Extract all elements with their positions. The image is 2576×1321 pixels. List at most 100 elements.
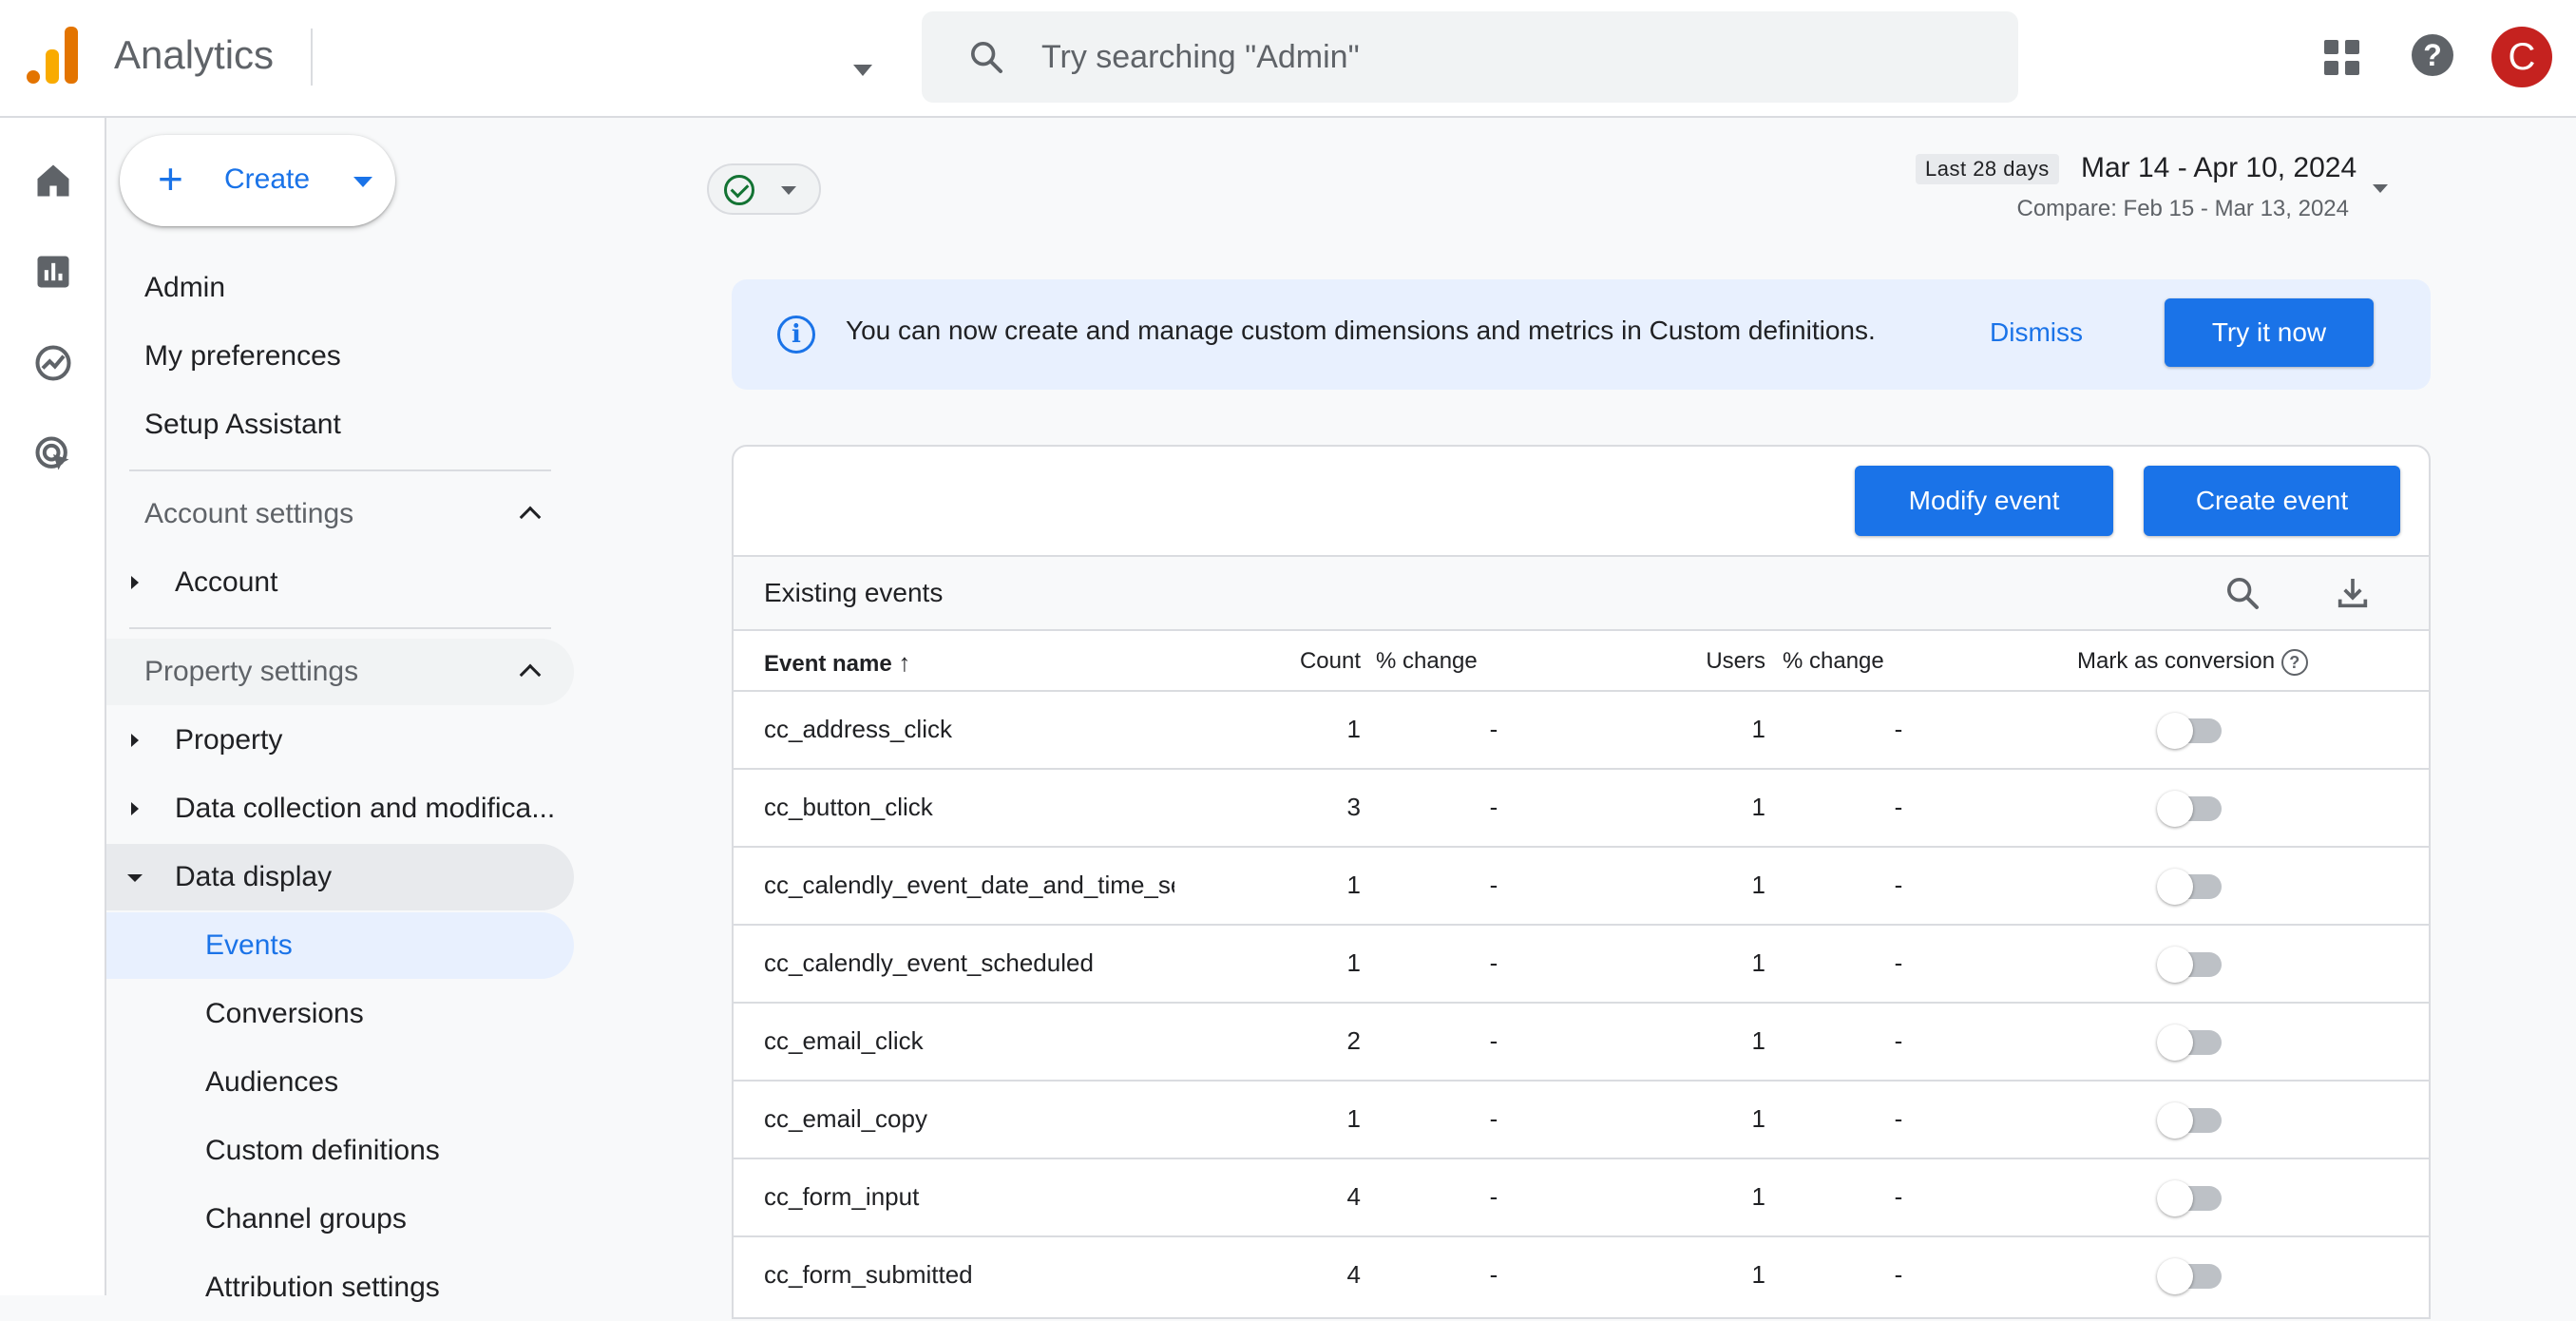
count-cell: 1	[1346, 948, 1361, 977]
home-icon[interactable]	[32, 160, 74, 201]
table-row[interactable]: cc_calendly_event_scheduled 1 - 1 -	[734, 924, 2429, 1002]
plus-icon: +	[158, 154, 183, 203]
search-icon[interactable]	[2223, 574, 2261, 612]
mark-as-conversion-toggle[interactable]	[2157, 947, 2222, 983]
chevron-up-icon	[519, 663, 542, 686]
reports-icon[interactable]	[32, 251, 74, 293]
count-change-cell: -	[1489, 1182, 1498, 1211]
search-bar[interactable]	[922, 11, 2018, 103]
help-icon[interactable]: ?	[2412, 34, 2453, 76]
users-change-cell: -	[1894, 1104, 1903, 1133]
data-status-chip[interactable]	[707, 163, 821, 215]
users-cell: 1	[1751, 948, 1765, 977]
toggle-knob	[2157, 947, 2193, 983]
table-row[interactable]: cc_address_click 1 - 1 -	[734, 690, 2429, 768]
modify-event-button[interactable]: Modify event	[1855, 466, 2113, 536]
nav-item-data-collection[interactable]: Data collection and modifica...	[106, 775, 574, 842]
users-change-cell: -	[1894, 793, 1903, 821]
toggle-knob	[2157, 791, 2193, 827]
column-header-users[interactable]: Users	[1684, 648, 1765, 675]
check-circle-icon	[724, 175, 754, 205]
table-row[interactable]: cc_button_click 3 - 1 -	[734, 768, 2429, 846]
mark-as-conversion-toggle[interactable]	[2157, 869, 2222, 905]
events-card: Modify event Create event Existing event…	[732, 445, 2431, 1319]
users-change-cell: -	[1894, 1026, 1903, 1055]
create-event-button[interactable]: Create event	[2144, 466, 2400, 536]
property-settings-header[interactable]: Property settings	[106, 639, 574, 705]
divider	[129, 469, 551, 471]
header-divider	[311, 29, 313, 86]
event-name-cell[interactable]: cc_email_copy	[764, 1104, 1174, 1134]
event-name-cell[interactable]: cc_button_click	[764, 793, 1174, 822]
table-row[interactable]: cc_email_copy 1 - 1 -	[734, 1080, 2429, 1158]
nav-item-conversions[interactable]: Conversions	[106, 981, 574, 1047]
count-cell: 2	[1346, 1026, 1361, 1055]
column-header-users-change[interactable]: % change	[1783, 648, 1884, 675]
nav-item-property[interactable]: Property	[106, 707, 574, 774]
info-icon: i	[777, 316, 815, 354]
nav-item-setup-assistant[interactable]: Setup Assistant	[106, 392, 574, 458]
users-change-cell: -	[1894, 948, 1903, 977]
create-button[interactable]: + Create	[120, 135, 395, 226]
toggle-knob	[2157, 869, 2193, 905]
property-picker-caret-icon[interactable]	[853, 65, 872, 76]
count-cell: 4	[1346, 1260, 1361, 1289]
nav-item-attribution-settings[interactable]: Attribution settings	[106, 1254, 574, 1321]
nav-item-account[interactable]: Account	[106, 549, 574, 616]
advertising-icon[interactable]	[32, 433, 74, 475]
users-cell: 1	[1751, 1026, 1765, 1055]
users-cell: 1	[1751, 871, 1765, 899]
admin-sidebar: + Create Admin My preferences Setup Assi…	[106, 118, 582, 1303]
toggle-knob	[2157, 1024, 2193, 1061]
table-row[interactable]: cc_form_input 4 - 1 -	[734, 1158, 2429, 1235]
date-range-value[interactable]: Mar 14 - Apr 10, 2024	[2081, 152, 2357, 184]
table-row[interactable]: cc_calendly_event_date_and_time_sele 1 - 1 -	[734, 846, 2429, 924]
event-name-cell[interactable]: cc_calendly_event_scheduled	[764, 948, 1174, 978]
toggle-knob	[2157, 1102, 2193, 1139]
mark-as-conversion-toggle[interactable]	[2157, 713, 2222, 749]
search-icon	[971, 42, 1002, 73]
column-header-count-change[interactable]: % change	[1376, 648, 1478, 675]
nav-item-data-display[interactable]: Data display	[106, 844, 574, 910]
event-name-cell[interactable]: cc_form_input	[764, 1182, 1174, 1212]
date-range-badge: Last 28 days	[1916, 154, 2059, 184]
dismiss-link[interactable]: Dismiss	[1990, 317, 2083, 348]
explore-icon[interactable]	[32, 342, 74, 384]
create-label: Create	[224, 163, 311, 195]
count-cell: 3	[1346, 793, 1361, 821]
count-cell: 1	[1346, 871, 1361, 899]
mark-as-conversion-toggle[interactable]	[2157, 1024, 2222, 1061]
table-row[interactable]: cc_form_submitted 4 - 1 -	[734, 1235, 2429, 1313]
column-header-count[interactable]: Count	[1283, 648, 1361, 675]
mark-as-conversion-toggle[interactable]	[2157, 791, 2222, 827]
event-name-cell[interactable]: cc_form_submitted	[764, 1260, 1174, 1290]
date-picker-caret-icon[interactable]	[2373, 184, 2388, 193]
account-settings-header[interactable]: Account settings	[106, 481, 574, 547]
table-row[interactable]: cc_email_click 2 - 1 -	[734, 1002, 2429, 1080]
nav-item-audiences[interactable]: Audiences	[106, 1049, 574, 1116]
mark-as-conversion-toggle[interactable]	[2157, 1258, 2222, 1294]
mark-as-conversion-toggle[interactable]	[2157, 1102, 2222, 1139]
mark-as-conversion-toggle[interactable]	[2157, 1180, 2222, 1216]
search-input[interactable]	[1041, 11, 1973, 103]
event-name-cell[interactable]: cc_email_click	[764, 1026, 1174, 1056]
event-name-cell[interactable]: cc_calendly_event_date_and_time_sele	[764, 871, 1174, 900]
count-cell: 1	[1346, 715, 1361, 743]
nav-item-admin[interactable]: Admin	[106, 255, 574, 321]
date-compare-value: Compare: Feb 15 - Mar 13, 2024	[2016, 196, 2349, 221]
help-outline-icon[interactable]: ?	[2280, 648, 2308, 676]
column-header-event-name[interactable]: Event name ↑	[764, 648, 910, 678]
apps-grid-icon[interactable]	[2324, 40, 2360, 76]
nav-item-custom-definitions[interactable]: Custom definitions	[106, 1118, 574, 1184]
nav-item-my-preferences[interactable]: My preferences	[106, 323, 574, 390]
nav-item-events[interactable]: Events	[106, 912, 574, 979]
nav-item-channel-groups[interactable]: Channel groups	[106, 1186, 574, 1253]
analytics-logo[interactable]	[27, 27, 80, 84]
avatar[interactable]: C	[2491, 27, 2552, 87]
users-change-cell: -	[1894, 871, 1903, 899]
download-icon[interactable]	[2334, 574, 2372, 612]
event-name-cell[interactable]: cc_address_click	[764, 715, 1174, 744]
try-it-now-button[interactable]: Try it now	[2165, 298, 2374, 367]
existing-events-title: Existing events	[764, 578, 944, 607]
users-cell: 1	[1751, 715, 1765, 743]
